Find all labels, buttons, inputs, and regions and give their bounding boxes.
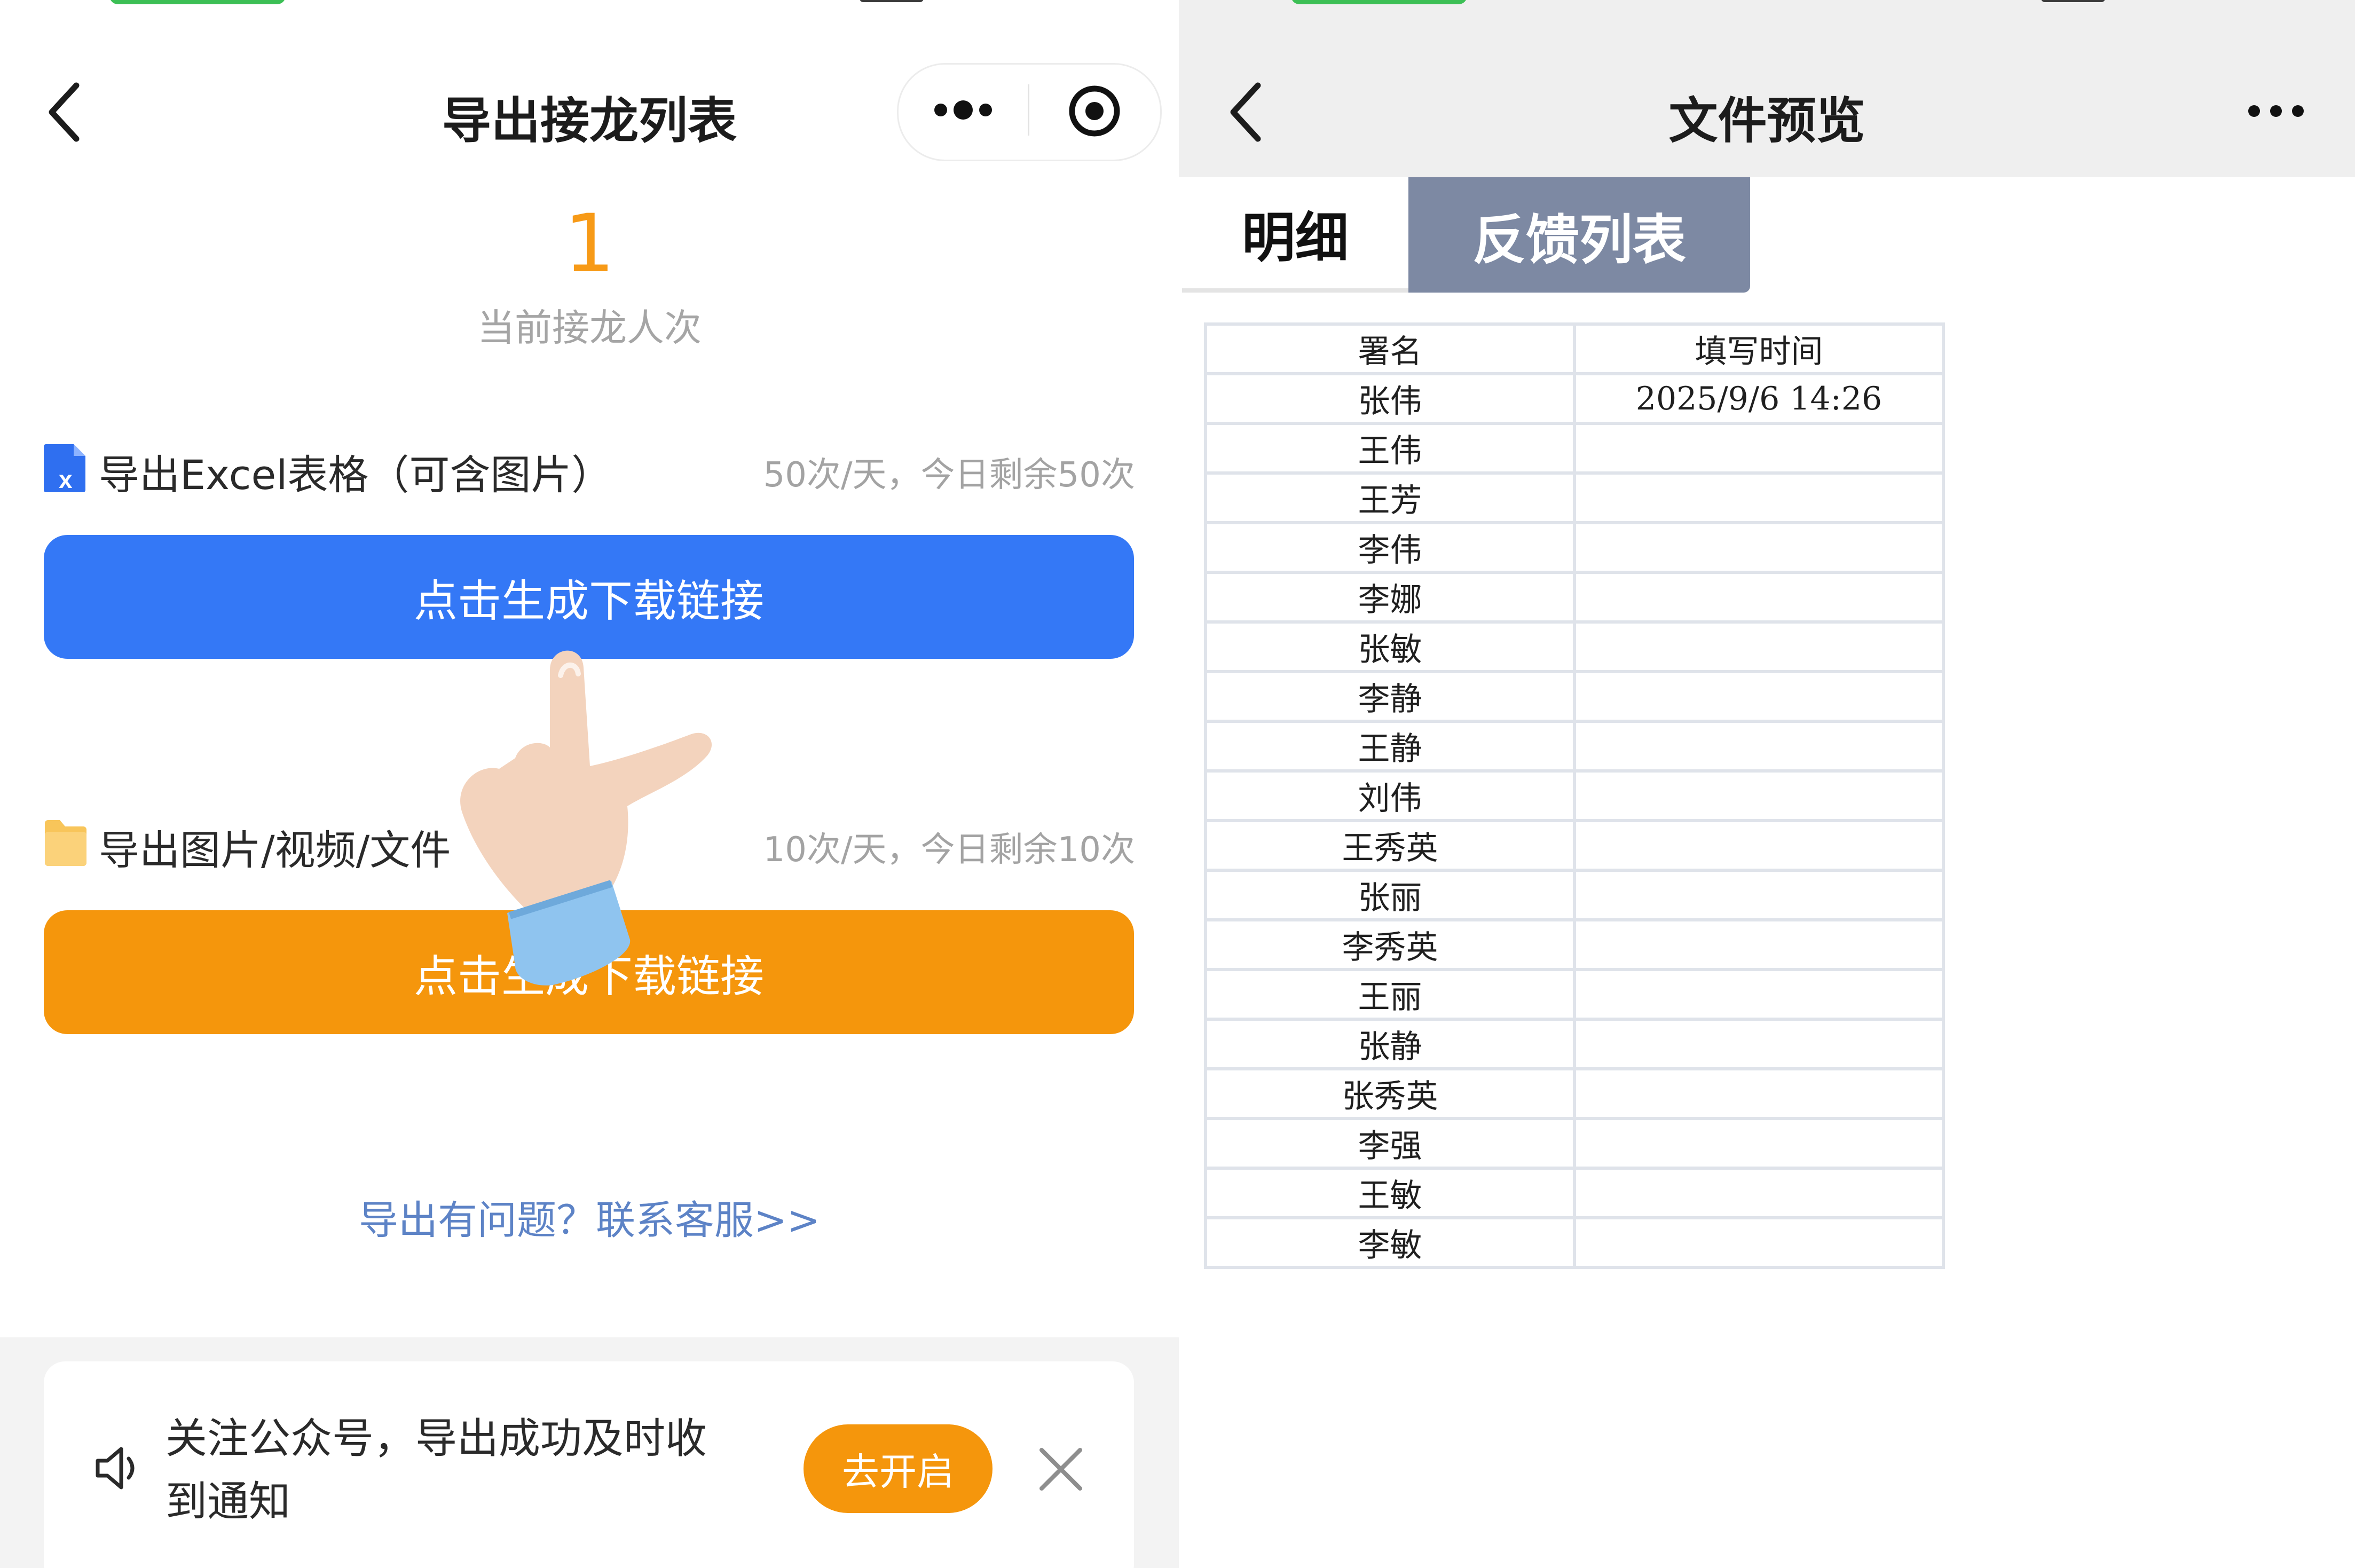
tab-details[interactable]: 明细 — [1182, 177, 1408, 293]
signature-cell: 李秀英 — [1204, 918, 1576, 971]
participant-count: 1 — [564, 198, 615, 290]
table-row: 李娜 — [1204, 571, 1945, 624]
table-row: 王静 — [1204, 720, 1945, 773]
preview-title: 文件预览 — [1668, 92, 1865, 149]
table-row: 王敏 — [1204, 1167, 1945, 1219]
time-cell: 2025/9/6 14:26 — [1573, 372, 1945, 425]
table-row: 张秀英 — [1204, 1067, 1945, 1120]
signature-cell: 张丽 — [1204, 869, 1576, 921]
signature-cell: 王敏 — [1204, 1167, 1576, 1219]
table-row: 王丽 — [1204, 968, 1945, 1021]
time-cell — [1573, 571, 1945, 624]
time-cell — [1573, 422, 1945, 475]
file-preview-screen: 文件预览 明细 反馈列表 署名 填写时间 张伟 2025/9/6 14:26 王伟王… — [1179, 0, 2355, 1568]
table-row: 王秀英 — [1204, 819, 1945, 872]
participant-count-label: 当前接龙人次 — [477, 306, 702, 350]
signature-cell: 张伟 — [1204, 372, 1576, 425]
time-cell — [1573, 819, 1945, 872]
time-cell — [1573, 620, 1945, 673]
table-row: 李敏 — [1204, 1216, 1945, 1269]
time-cell — [1573, 918, 1945, 971]
signature-cell: 李伟 — [1204, 521, 1576, 574]
table-row: 李强 — [1204, 1117, 1945, 1170]
table-row: 李伟 — [1204, 521, 1945, 574]
signature-cell: 王秀英 — [1204, 819, 1576, 872]
signature-cell: 王伟 — [1204, 422, 1576, 475]
table-row: 刘伟 — [1204, 769, 1945, 822]
signature-cell: 李敏 — [1204, 1216, 1576, 1269]
signature-cell: 刘伟 — [1204, 769, 1576, 822]
table-row: 李静 — [1204, 670, 1945, 723]
time-cell — [1573, 869, 1945, 921]
signature-cell: 王芳 — [1204, 471, 1576, 524]
time-cell — [1573, 720, 1945, 773]
signature-cell: 李强 — [1204, 1117, 1576, 1170]
signature-cell: 张静 — [1204, 1018, 1576, 1070]
time-cell — [1573, 1067, 1945, 1120]
preview-table: 署名 填写时间 张伟 2025/9/6 14:26 王伟 王芳 李伟 李娜 张敏 李静 王静 刘伟… — [1204, 322, 1945, 1269]
signature-cell: 李静 — [1204, 670, 1576, 723]
time-cell — [1573, 1117, 1945, 1170]
table-header-row: 署名 填写时间 — [1204, 322, 1945, 375]
table-row: 张敏 — [1204, 620, 1945, 673]
status-indicator — [1291, 0, 1467, 4]
folder-icon — [44, 818, 88, 869]
signature-cell: 李娜 — [1204, 571, 1576, 624]
record-target-icon[interactable] — [1067, 83, 1122, 141]
signature-cell: 张敏 — [1204, 620, 1576, 673]
signature-cell: 王丽 — [1204, 968, 1576, 1021]
svg-text:x: x — [59, 466, 73, 493]
media-section-label: 导出图片/视频/文件 — [99, 826, 451, 874]
status-indicator — [860, 0, 924, 2]
excel-file-icon: x — [43, 442, 88, 495]
excel-section-label: 导出Excel表格（可含图片） — [99, 451, 612, 499]
more-dots-icon[interactable] — [2247, 103, 2305, 122]
capsule-divider — [1028, 84, 1029, 136]
close-icon[interactable] — [1038, 1447, 1083, 1494]
signature-cell: 张秀英 — [1204, 1067, 1576, 1120]
contact-support-link[interactable]: 导出有问题？联系客服>> — [0, 1188, 1179, 1246]
time-cell — [1573, 521, 1945, 574]
table-row: 王芳 — [1204, 471, 1945, 524]
time-cell — [1573, 471, 1945, 524]
notice-text-line2: 到通知 — [166, 1478, 291, 1526]
media-quota: 10次/天，今日剩余10次 — [763, 830, 1135, 870]
column-header-signature: 署名 — [1204, 322, 1576, 375]
speaker-icon — [93, 1441, 147, 1497]
column-header-time: 填写时间 — [1573, 322, 1945, 375]
time-cell — [1573, 769, 1945, 822]
time-cell — [1573, 670, 1945, 723]
time-cell — [1573, 1167, 1945, 1219]
table-row: 张静 — [1204, 1018, 1945, 1070]
excel-quota: 50次/天，今日剩余50次 — [763, 455, 1135, 495]
table-row: 李秀英 — [1204, 918, 1945, 971]
status-indicator — [2041, 0, 2105, 2]
enable-notice-button[interactable]: 去开启 — [804, 1424, 993, 1513]
time-cell — [1573, 968, 1945, 1021]
time-cell — [1573, 1216, 1945, 1269]
time-cell — [1573, 1018, 1945, 1070]
table-row: 张丽 — [1204, 869, 1945, 921]
table-row: 王伟 — [1204, 422, 1945, 475]
more-dots-icon[interactable] — [933, 95, 993, 127]
tab-feedback-list[interactable]: 反馈列表 — [1408, 177, 1750, 293]
signature-cell: 王静 — [1204, 720, 1576, 773]
table-row: 张伟 2025/9/6 14:26 — [1204, 372, 1945, 425]
status-indicator — [109, 0, 286, 4]
pointing-hand-icon — [456, 582, 787, 1000]
notice-text-line1: 关注公众号，导出成功及时收 — [166, 1415, 707, 1463]
